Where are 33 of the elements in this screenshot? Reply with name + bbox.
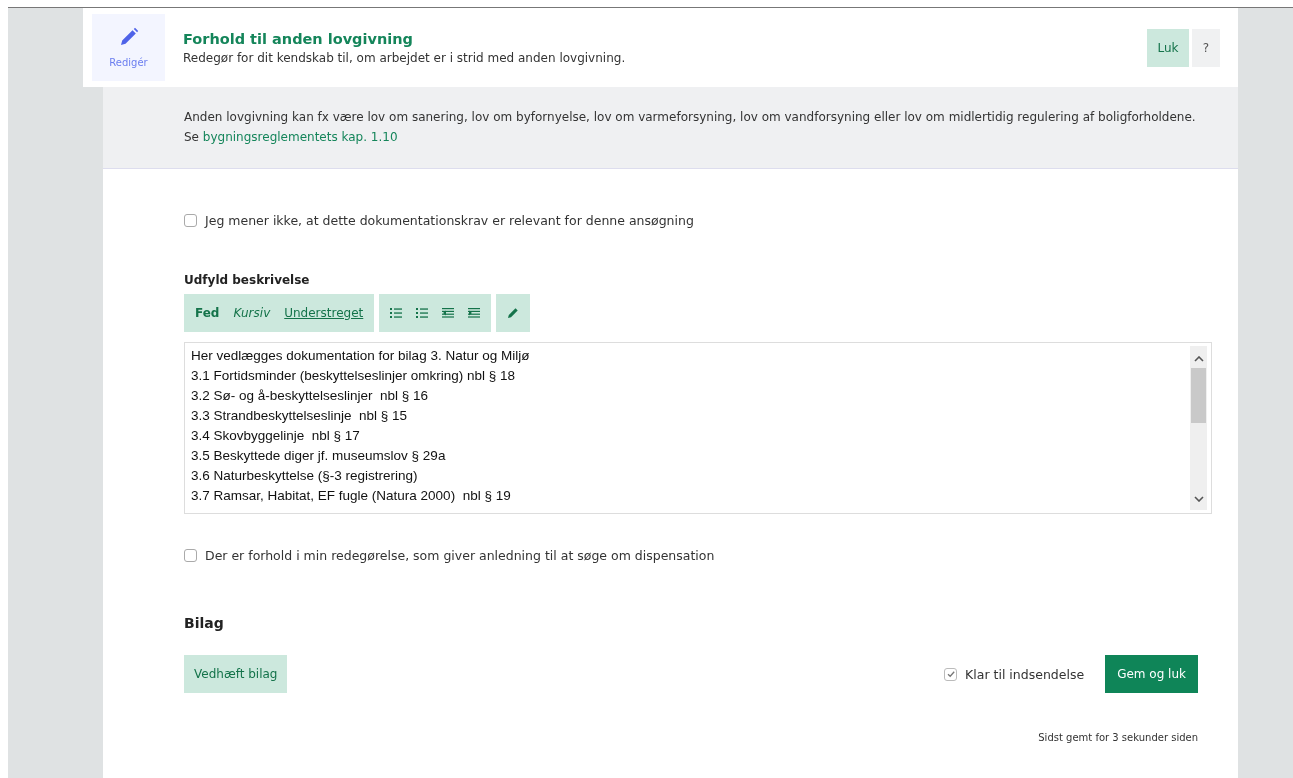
close-button[interactable]: Luk xyxy=(1147,28,1189,67)
chevron-down-icon xyxy=(1193,496,1204,502)
chevron-up-icon xyxy=(1193,356,1204,362)
section-title: Forhold til anden lovgivning xyxy=(183,30,414,47)
indent-icon xyxy=(468,308,481,318)
numbered-list-icon xyxy=(416,308,429,318)
edit-button[interactable]: Redigér xyxy=(92,14,165,81)
pencil-icon xyxy=(118,27,139,47)
checkbox-label: Klar til indsendelse xyxy=(965,666,1085,682)
save-status: Sidst gemt for 3 sekunder siden xyxy=(1037,732,1199,743)
field-label: Udfyld beskrivelse xyxy=(184,273,311,287)
checkbox-label: Jeg mener ikke, at dette dokumentationskrav er relevant for denne ansøgning xyxy=(205,213,694,228)
outdent-icon xyxy=(442,308,455,318)
scrollbar[interactable] xyxy=(1190,346,1207,510)
section-subtitle: Redegør for dit kendskab til, om arbejdet er i strid med anden lovgivning. xyxy=(183,50,627,65)
checkbox[interactable] xyxy=(184,214,197,227)
save-button[interactable]: Gem og luk xyxy=(1105,655,1198,693)
checkbox-label: Der er forhold i min redegørelse, som giver anledning til at søge om dispensation xyxy=(205,548,715,563)
help-button[interactable]: ? xyxy=(1192,28,1220,67)
regulation-link[interactable]: bygningsreglementets kap. 1.10 xyxy=(202,130,398,144)
attach-button[interactable]: Vedhæft bilag xyxy=(184,655,288,693)
pencil-icon xyxy=(507,307,520,319)
attachments-heading: Bilag xyxy=(184,615,225,631)
scrollbar-thumb[interactable] xyxy=(1191,368,1206,423)
checkbox[interactable] xyxy=(944,667,958,681)
checkbox[interactable] xyxy=(184,549,197,562)
italic-button[interactable]: Kursiv xyxy=(226,298,278,328)
bold-button[interactable]: Fed xyxy=(188,298,227,328)
info-text: Anden lovgivning kan fx være lov om sanering, lov om byfornyelse, lov om varmeforsyning, lov om vandforsyning eller lov om midlertidig regulering af boligforholdene. xyxy=(184,109,1197,126)
underline-button[interactable]: Understreget xyxy=(277,298,371,328)
info-text: Se xyxy=(184,130,199,144)
bulleted-list-icon xyxy=(390,308,403,318)
description-text[interactable]: Her vedlægges dokumentation for bilag 3. Natur og Miljø 3.1 Fortidsminder (beskyttelseslinjer omkring) nbl § 18 3.2 Sø- og å-beskyttelseslinjer nbl § 16 3.3 Strandbeskyttelseslinje nbl § 15 3.4 Skovbyggelinje nbl § 17 3.5 Beskyttede diger jf. museumslov § 29a 3.6 Naturbeskyttelse (§-3 registrering) 3.7 Ramsar, Habitat, EF fugle (Natura 2000) nbl § 19 xyxy=(185,343,1186,513)
